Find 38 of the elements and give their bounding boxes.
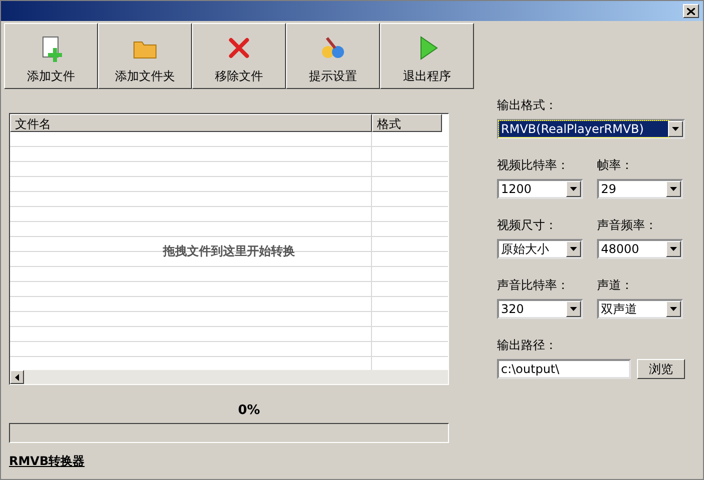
field-label: 声音频率： [597, 217, 657, 234]
toolbar-button[interactable]: 移除文件 [192, 23, 286, 89]
field-label: 帧率： [597, 157, 633, 174]
toolbar-button[interactable]: 添加文件 [4, 23, 98, 89]
dropdown[interactable]: 双声道 [597, 299, 683, 319]
dropdown-arrow-icon [670, 187, 677, 191]
output-path-field[interactable]: c:\output\ [497, 359, 631, 379]
dropdown[interactable]: 原始大小 [497, 239, 583, 259]
column-header[interactable]: 文件名 [10, 114, 372, 132]
dropdown[interactable]: RMVB(RealPlayerRMVB) [497, 119, 685, 139]
field-label: 视频比特率： [497, 157, 569, 174]
dropdown-arrow-icon [570, 247, 577, 251]
field-label: 输出路径： [497, 337, 557, 354]
app-name-link[interactable]: RMVB转换器 [9, 453, 85, 470]
close-button[interactable] [683, 4, 699, 18]
field-label: 视频尺寸： [497, 217, 557, 234]
drop-hint: 拖拽文件到这里开始转换 [163, 242, 295, 260]
progress-percent: 0% [236, 403, 260, 418]
dropdown[interactable]: 29 [597, 179, 683, 199]
toolbar-button[interactable]: 退出程序 [380, 23, 474, 89]
dropdown[interactable]: 48000 [597, 239, 683, 259]
dropdown[interactable]: 1200 [497, 179, 583, 199]
dropdown-arrow-icon [672, 127, 679, 131]
browse-button[interactable]: 浏览 [637, 359, 685, 379]
column-header[interactable]: 格式 [372, 114, 442, 132]
field-label: 声音比特率： [497, 277, 569, 294]
dropdown-arrow-icon [570, 307, 577, 311]
dropdown-arrow-icon [670, 247, 677, 251]
dropdown-arrow-icon [670, 307, 677, 311]
dropdown[interactable]: 320 [497, 299, 583, 319]
dropdown-arrow-icon [570, 187, 577, 191]
close-icon [687, 8, 695, 14]
file-list[interactable]: 文件名 格式 拖拽文件到这里开始转换 [9, 113, 449, 385]
scroll-left-icon [15, 374, 19, 380]
field-label: 输出格式： [497, 97, 557, 114]
field-label: 声道： [597, 277, 633, 294]
toolbar-button[interactable]: 提示设置 [286, 23, 380, 89]
toolbar-button[interactable]: 添加文件夹 [98, 23, 192, 89]
